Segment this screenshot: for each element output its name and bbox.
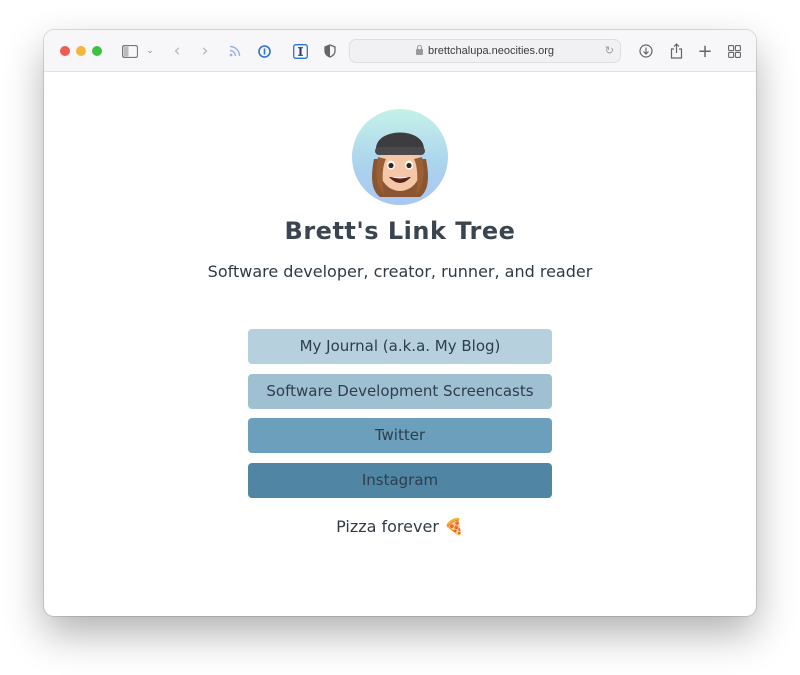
- forward-icon[interactable]: ›: [198, 41, 212, 61]
- tab-overview-icon[interactable]: [726, 41, 742, 61]
- avatar: [352, 109, 448, 205]
- link-journal[interactable]: My Journal (a.k.a. My Blog): [248, 329, 552, 364]
- shield-icon[interactable]: [323, 41, 337, 61]
- rss-icon[interactable]: [228, 41, 242, 61]
- address-bar[interactable]: brettchalupa.neocities.org ↻: [349, 39, 621, 63]
- onepassword-icon[interactable]: [257, 41, 271, 61]
- link-list: My Journal (a.k.a. My Blog) Software Dev…: [248, 329, 552, 507]
- link-screencasts[interactable]: Software Development Screencasts: [248, 373, 552, 409]
- zoom-window-button[interactable]: [92, 46, 102, 56]
- close-window-button[interactable]: [60, 46, 70, 56]
- share-icon[interactable]: [668, 41, 684, 61]
- page-title: Brett's Link Tree: [284, 217, 516, 245]
- page-subtitle: Software developer, creator, runner, and…: [207, 262, 593, 281]
- page-content: Brett's Link Tree Software developer, cr…: [44, 72, 756, 616]
- browser-window: ⌄ ‹ › brettchalupa.neocities.org ↻ + Bre…: [44, 30, 756, 616]
- sidebar-icon[interactable]: [121, 41, 139, 61]
- reload-icon[interactable]: ↻: [605, 44, 614, 57]
- link-twitter[interactable]: Twitter: [248, 418, 552, 453]
- minimize-window-button[interactable]: [76, 46, 86, 56]
- instapaper-icon[interactable]: [292, 41, 308, 61]
- back-icon[interactable]: ‹: [170, 41, 184, 61]
- link-instagram[interactable]: Instagram: [248, 462, 552, 498]
- new-tab-icon[interactable]: +: [697, 41, 713, 62]
- download-icon[interactable]: [638, 41, 654, 61]
- memoji-image: [372, 132, 428, 197]
- lock-icon: [416, 45, 424, 55]
- browser-toolbar: ⌄ ‹ › brettchalupa.neocities.org ↻ +: [44, 30, 756, 72]
- url-text: brettchalupa.neocities.org: [428, 45, 554, 57]
- footer-text: Pizza forever 🍕: [336, 517, 464, 536]
- chevron-down-icon[interactable]: ⌄: [144, 41, 156, 61]
